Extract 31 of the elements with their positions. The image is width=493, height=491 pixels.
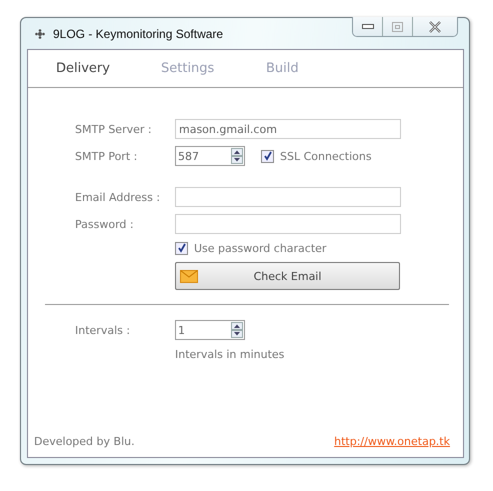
checkbox[interactable] [261,150,274,162]
tab[interactable]: Delivery [56,61,161,76]
spin-down-button[interactable] [231,330,243,338]
spinner-field[interactable]: 587 [175,146,245,166]
check-email-button[interactable]: Check Email [175,262,400,290]
field-label: SMTP Port : [74,150,138,162]
input-field[interactable] [175,187,401,207]
input-field[interactable] [175,214,401,234]
field-label: Intervals : [74,324,132,336]
close-button[interactable] [413,17,457,36]
credit-text: Developed by Blu. [34,435,135,448]
spin-up-button[interactable] [231,322,243,330]
field-label: Email Address : [74,190,162,204]
minimize-button[interactable] [353,17,383,36]
window-title: 9LOG - Keymonitoring Software [53,26,224,40]
spinner-field[interactable]: 1 [175,320,245,340]
field-label: SMTP Server : [74,122,153,136]
checkbox-label: SSL Connections [280,150,372,162]
minimize-icon [362,24,374,30]
website-link[interactable]: http://www.onetap.tk [334,435,450,448]
checkbox-label: Use password character [194,242,326,254]
checkbox[interactable] [175,242,188,254]
maximize-icon [392,22,403,32]
envelope-icon [180,270,198,282]
close-icon [428,20,442,32]
spin-up-button[interactable] [231,148,243,156]
spin-down-button[interactable] [231,156,243,164]
field-label: Password : [74,218,135,230]
input-field[interactable]: mason.gmail.com [175,119,401,139]
app-icon [35,28,45,38]
hint-text: Intervals in minutes [175,348,284,360]
